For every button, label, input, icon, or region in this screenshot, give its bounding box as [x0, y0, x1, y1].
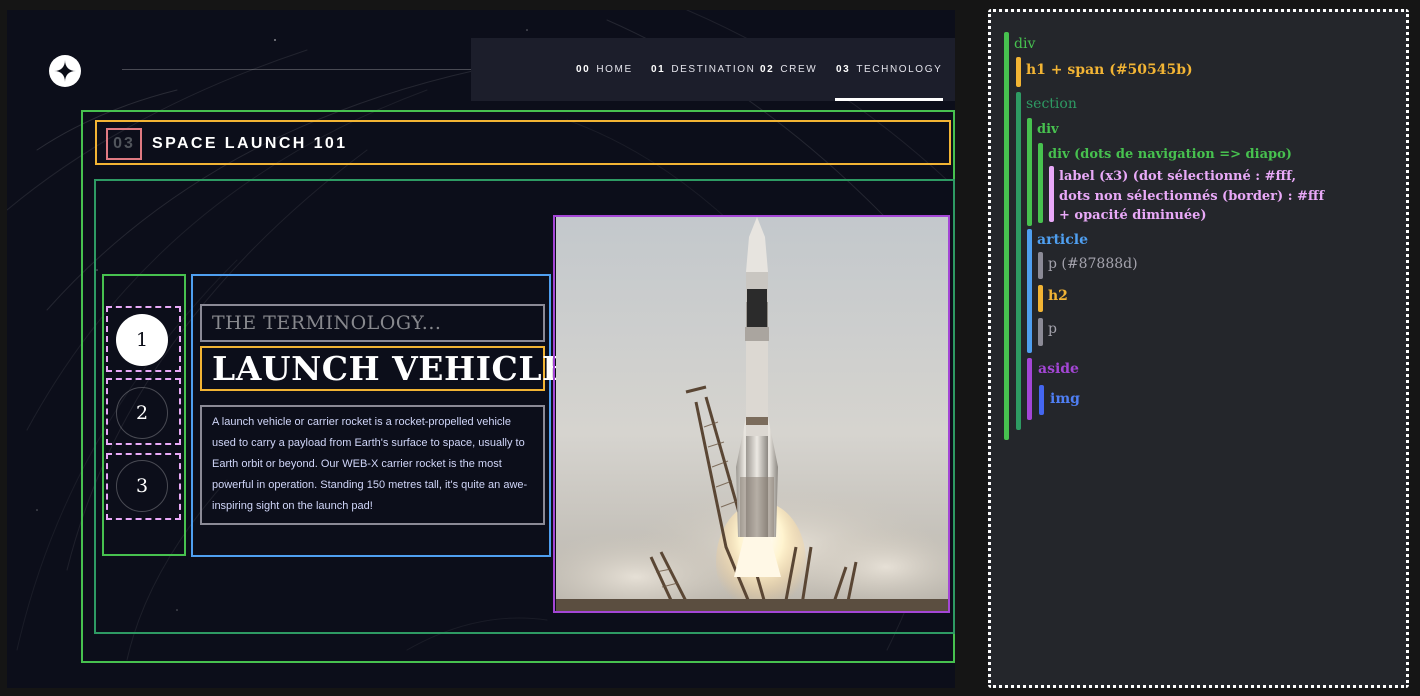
- nav-item-crew[interactable]: 02 CREW: [760, 38, 817, 101]
- slider-dot-2[interactable]: 2: [116, 387, 168, 439]
- page-heading: 03 SPACE LAUNCH 101: [97, 122, 951, 165]
- nav-item-destination[interactable]: 01 DESTINATION: [651, 38, 755, 101]
- annotation-h1: h1 + span (#50545b): [1026, 62, 1193, 78]
- main-navigation: 00 HOME 01 DESTINATION 02 CREW 03 TECHNO…: [471, 38, 955, 101]
- annotation-label-line1: label (x3) (dot sélectionné : #fff,: [1059, 169, 1297, 184]
- annotation-h2: h2: [1048, 288, 1068, 304]
- slider-dot-number: 1: [135, 329, 149, 351]
- bar-article: [1027, 229, 1032, 353]
- logo[interactable]: [49, 55, 81, 87]
- bar-section: [1016, 92, 1021, 430]
- bar-div: [1004, 32, 1009, 440]
- nav-item-number: 00: [576, 64, 591, 75]
- annotation-inner-div: div: [1037, 122, 1059, 137]
- annotation-label-line2: dots non sélectionnés (border) : #fff: [1059, 189, 1325, 204]
- nav-item-label: HOME: [596, 64, 633, 75]
- bar-h1: [1016, 57, 1021, 87]
- bar-p1: [1038, 252, 1043, 279]
- page-title: SPACE LAUNCH 101: [152, 134, 348, 152]
- annotation-img: img: [1050, 391, 1080, 407]
- nav-item-number: 03: [836, 64, 851, 75]
- slider-dot-number: 2: [135, 402, 149, 424]
- annotation-p2: p: [1048, 321, 1057, 337]
- slider-dot-number: 3: [135, 475, 149, 497]
- annotation-aside: aside: [1038, 361, 1079, 377]
- bar-label: [1049, 166, 1054, 222]
- nav-item-label: DESTINATION: [671, 64, 756, 75]
- bar-dots-div: [1038, 143, 1043, 223]
- slider-dot-1[interactable]: 1: [116, 314, 168, 366]
- header-divider-line: [122, 69, 492, 70]
- structure-annotation-panel: div h1 + span (#50545b) section div div …: [988, 9, 1409, 688]
- article-eyebrow: THE TERMINOLOGY...: [200, 304, 545, 342]
- annotation-dots-div: div (dots de navigation => diapo): [1048, 147, 1292, 162]
- bar-p2: [1038, 318, 1043, 346]
- annotation-label-line3: + opacité diminuée): [1059, 208, 1207, 223]
- rocket-launch-photo: [556, 217, 949, 611]
- nav-item-home[interactable]: 00 HOME: [576, 38, 633, 101]
- annotation-div: div: [1014, 36, 1036, 52]
- website-mockup: 00 HOME 01 DESTINATION 02 CREW 03 TECHNO…: [7, 10, 955, 688]
- nav-item-label: TECHNOLOGY: [856, 64, 943, 75]
- slider-dot-3[interactable]: 3: [116, 460, 168, 512]
- article-body: A launch vehicle or carrier rocket is a …: [200, 405, 545, 525]
- bar-inner-div: [1027, 118, 1032, 226]
- nav-item-technology[interactable]: 03 TECHNOLOGY: [834, 38, 944, 101]
- star-logo-icon: [54, 60, 76, 82]
- bar-img: [1039, 385, 1044, 415]
- annotation-p1: p (#87888d): [1048, 256, 1138, 272]
- article-heading: LAUNCH VEHICLE: [200, 346, 567, 391]
- page-number: 03: [106, 127, 142, 160]
- nav-item-number: 01: [651, 64, 666, 75]
- nav-item-number: 02: [760, 64, 775, 75]
- nav-item-label: CREW: [780, 64, 818, 75]
- bar-h2: [1038, 285, 1043, 312]
- annotation-section: section: [1026, 96, 1077, 112]
- bar-aside: [1027, 358, 1032, 420]
- aside-rocket-image: [556, 217, 949, 611]
- annotation-article: article: [1037, 232, 1088, 248]
